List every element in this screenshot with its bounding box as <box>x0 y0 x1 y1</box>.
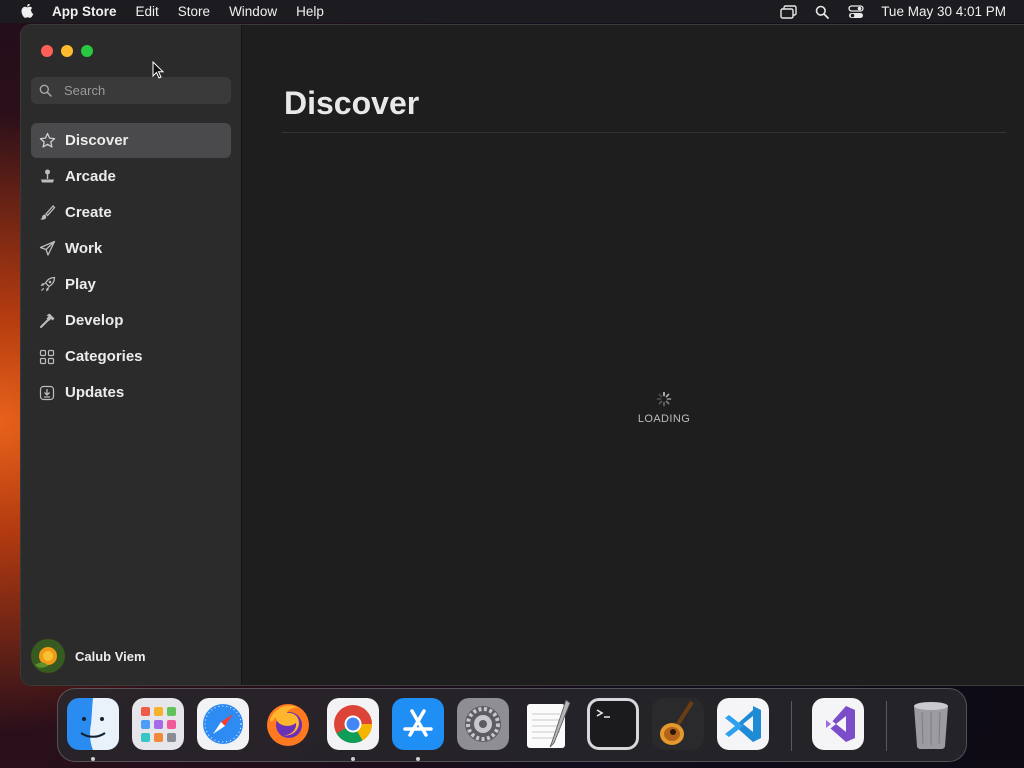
minimize-button[interactable] <box>61 45 73 57</box>
screen-mirroring-icon[interactable] <box>779 4 797 20</box>
spinner-icon <box>656 391 672 407</box>
avatar <box>31 639 65 673</box>
control-center-icon[interactable] <box>847 4 865 20</box>
sidebar-item-arcade[interactable]: Arcade <box>31 159 231 194</box>
rocket-icon <box>38 276 56 294</box>
terminal-icon[interactable] <box>587 698 639 750</box>
download-icon <box>38 384 56 402</box>
menu-bar-status: Tue May 30 4:01 PM <box>779 4 1024 20</box>
menu-bar-clock[interactable]: Tue May 30 4:01 PM <box>881 4 1006 19</box>
search-input[interactable] <box>62 82 226 99</box>
grid-icon <box>38 348 56 366</box>
sidebar: Discover Arcade Create Work <box>21 25 242 685</box>
chrome-icon[interactable] <box>327 698 379 750</box>
sidebar-item-develop[interactable]: Develop <box>31 303 231 338</box>
menu-store[interactable]: Store <box>178 4 210 19</box>
sidebar-item-play[interactable]: Play <box>31 267 231 302</box>
sidebar-item-label: Updates <box>65 384 125 401</box>
brush-icon <box>38 204 56 222</box>
sidebar-item-label: Arcade <box>65 168 116 185</box>
sidebar-item-label: Play <box>65 276 96 293</box>
hammer-icon <box>38 312 56 330</box>
user-profile[interactable]: Calub Viem <box>31 639 146 673</box>
zoom-button[interactable] <box>81 45 93 57</box>
dock <box>57 688 967 762</box>
sidebar-item-label: Create <box>65 204 112 221</box>
menu-window[interactable]: Window <box>229 4 277 19</box>
menu-help[interactable]: Help <box>296 4 324 19</box>
safari-icon[interactable] <box>197 698 249 750</box>
finder-icon[interactable] <box>67 698 119 750</box>
vscode-icon[interactable] <box>717 698 769 750</box>
launchpad-icon[interactable] <box>132 698 184 750</box>
sidebar-nav: Discover Arcade Create Work Play Develop… <box>31 123 231 411</box>
menu-app-store[interactable]: App Store <box>52 4 117 19</box>
spotlight-search-icon[interactable] <box>813 4 831 20</box>
page-title: Discover <box>284 85 420 121</box>
search-icon <box>39 84 53 98</box>
app-store-running-indicator <box>416 757 420 761</box>
apple-menu-icon[interactable] <box>18 3 38 20</box>
title-divider <box>282 132 1006 133</box>
chrome-running-indicator <box>351 757 355 761</box>
trash-icon[interactable] <box>905 698 957 750</box>
loading-indicator: LOADING <box>619 391 709 425</box>
sidebar-item-work[interactable]: Work <box>31 231 231 266</box>
app-store-window: Discover Arcade Create Work <box>21 25 1024 685</box>
sidebar-item-label: Discover <box>65 132 129 149</box>
firefox-icon[interactable] <box>262 698 314 750</box>
garageband-icon[interactable] <box>652 698 704 750</box>
joystick-icon <box>38 168 56 186</box>
profile-name: Calub Viem <box>75 648 146 664</box>
paper-plane-icon <box>38 240 56 258</box>
star-icon <box>38 132 56 150</box>
mouse-cursor-icon <box>152 60 165 84</box>
sidebar-item-create[interactable]: Create <box>31 195 231 230</box>
search-field[interactable] <box>31 77 231 104</box>
dock-separator <box>886 701 887 751</box>
sidebar-item-label: Work <box>65 240 103 257</box>
dock-separator <box>791 701 792 751</box>
menu-bar: App Store Edit Store Window Help Tue May… <box>0 0 1024 23</box>
sidebar-item-discover[interactable]: Discover <box>31 123 231 158</box>
close-button[interactable] <box>41 45 53 57</box>
sidebar-item-label: Categories <box>65 348 143 365</box>
sidebar-item-updates[interactable]: Updates <box>31 375 231 410</box>
sidebar-item-label: Develop <box>65 312 124 329</box>
system-settings-icon[interactable] <box>457 698 509 750</box>
content-area: Discover LOADING <box>242 25 1024 685</box>
sidebar-item-categories[interactable]: Categories <box>31 339 231 374</box>
visual-studio-icon[interactable] <box>812 698 864 750</box>
window-controls <box>41 45 93 57</box>
finder-running-indicator <box>91 757 95 761</box>
menu-edit[interactable]: Edit <box>136 4 159 19</box>
loading-text: LOADING <box>637 413 691 425</box>
textedit-icon[interactable] <box>522 698 574 750</box>
app-store-icon[interactable] <box>392 698 444 750</box>
